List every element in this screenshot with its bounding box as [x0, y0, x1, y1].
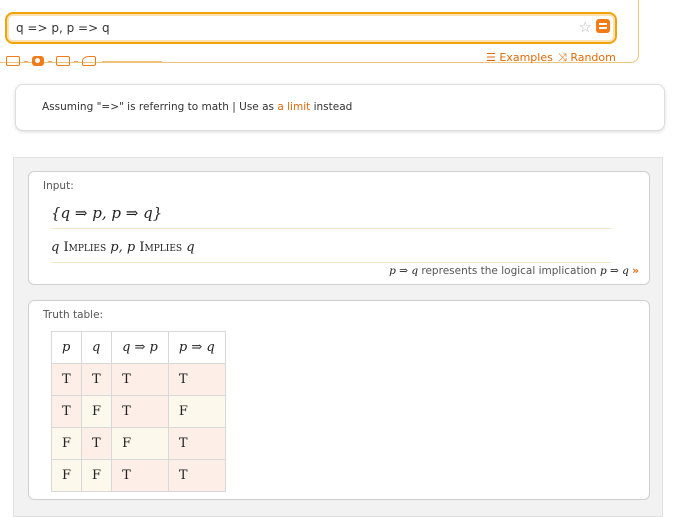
keyboard-icon[interactable] — [6, 56, 20, 66]
column-header: q — [81, 331, 113, 364]
table-cell: T — [167, 459, 226, 492]
implication-note: p ⇒ q represents the logical implication… — [389, 265, 639, 277]
pod-title: Truth table: — [43, 309, 104, 321]
pod-title: Input: — [43, 180, 74, 192]
column-header: q ⇒ p — [111, 331, 169, 364]
equals-icon[interactable] — [596, 19, 610, 33]
assumption-link[interactable]: a limit — [277, 101, 310, 113]
assumption-bar: Assuming "=>" is referring to math | Use… — [15, 84, 665, 131]
truth-table-pod: Truth table: p q q ⇒ p p ⇒ q T T T T T F… — [28, 300, 650, 500]
table-cell: F — [167, 395, 226, 428]
table-cell: F — [111, 427, 169, 460]
toolbar-divider — [48, 60, 52, 62]
table-row: T F T F — [50, 395, 226, 428]
toolbar-divider — [74, 60, 78, 62]
examples-link[interactable]: ☰ Examples — [486, 51, 553, 64]
column-header: p — [50, 331, 83, 364]
table-cell: T — [111, 363, 169, 396]
table-cell: T — [111, 395, 169, 428]
table-icon[interactable] — [56, 56, 70, 66]
toolbar-divider — [24, 60, 28, 62]
divider — [51, 228, 611, 229]
table-cell: T — [50, 395, 83, 428]
more-link[interactable]: » — [632, 265, 639, 277]
table-row: T T T T — [50, 363, 226, 396]
table-cell: F — [50, 427, 83, 460]
assumption-text: Assuming "=>" is referring to math | Use… — [42, 101, 353, 113]
shuffle-icon: ⤨ — [558, 51, 567, 64]
camera-icon[interactable] — [32, 56, 44, 66]
input-toolbar — [6, 54, 162, 68]
input-words: q Implies p, p Implies q — [51, 240, 195, 255]
table-cell: T — [167, 363, 226, 396]
truth-table: p q q ⇒ p p ⇒ q T T T T T F T F F T F T … — [50, 331, 226, 492]
table-cell: T — [111, 459, 169, 492]
table-cell: T — [167, 427, 226, 460]
table-cell: F — [81, 459, 113, 492]
column-header: p ⇒ q — [167, 331, 226, 364]
table-cell: T — [50, 363, 83, 396]
shapes-icon[interactable] — [82, 56, 96, 66]
table-cell: F — [50, 459, 83, 492]
table-row: F F T T — [50, 459, 226, 492]
star-icon[interactable]: ☆ — [579, 18, 592, 36]
table-header-row: p q q ⇒ p p ⇒ q — [50, 331, 226, 364]
search-input[interactable]: q => p, p => q ☆ — [5, 12, 617, 44]
table-row: F T F T — [50, 427, 226, 460]
input-expression: {q ⇒ p, p ⇒ q} — [51, 204, 163, 222]
input-pod: Input: {q ⇒ p, p ⇒ q} q Implies p, p Imp… — [28, 171, 650, 285]
table-cell: T — [81, 363, 113, 396]
random-link[interactable]: ⤨ Random — [558, 51, 616, 65]
search-query[interactable]: q => p, p => q — [16, 21, 110, 35]
divider — [51, 262, 611, 263]
toolbar-underline — [102, 60, 162, 62]
table-cell: F — [81, 395, 113, 428]
list-icon: ☰ — [486, 51, 496, 64]
table-cell: T — [81, 427, 113, 460]
